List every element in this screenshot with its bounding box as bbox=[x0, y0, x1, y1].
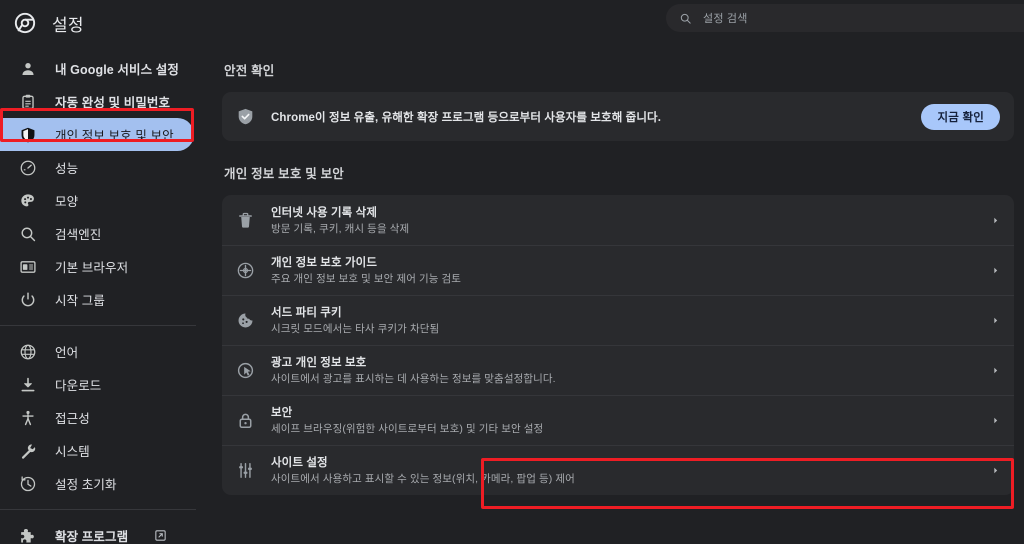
chrome-logo-icon bbox=[14, 12, 36, 34]
sidebar-item-performance[interactable]: 성능 bbox=[0, 151, 194, 184]
row-title: 개인 정보 보호 가이드 bbox=[271, 257, 378, 270]
safety-check-card: Chrome이 정보 유출, 유해한 확장 프로그램 등으로부터 사용자를 보호… bbox=[222, 92, 1014, 141]
sidebar-item-label: 설정 초기화 bbox=[55, 478, 117, 492]
sidebar-item-label: 개인 정보 보호 및 보안 bbox=[55, 129, 174, 143]
sidebar-item-label: 내 Google 서비스 설정 bbox=[55, 63, 179, 77]
sidebar-item-label: 접근성 bbox=[55, 412, 90, 426]
page-title: 설정 bbox=[52, 15, 84, 35]
sidebar-item-on-startup[interactable]: 시작 그룹 bbox=[0, 283, 194, 316]
search-placeholder: 설정 검색 bbox=[703, 13, 748, 25]
palette-icon bbox=[18, 191, 37, 210]
sidebar-item-autofill-passwords[interactable]: 자동 완성 및 비밀번호 bbox=[0, 85, 194, 118]
chevron-right-icon[interactable] bbox=[988, 415, 1000, 426]
wrench-icon bbox=[18, 441, 37, 460]
puzzle-icon bbox=[18, 526, 37, 544]
sidebar-item-languages[interactable]: 언어 bbox=[0, 335, 194, 368]
row-title: 사이트 설정 bbox=[271, 457, 328, 470]
row-subtitle: 방문 기록, 쿠키, 캐시 등을 삭제 bbox=[271, 222, 410, 235]
sidebar-item-label: 확장 프로그램 bbox=[55, 530, 129, 544]
check-now-button[interactable]: 지금 확인 bbox=[921, 103, 1000, 130]
sidebar-item-label: 다운로드 bbox=[55, 379, 102, 393]
sidebar-item-privacy-and-security[interactable]: 개인 정보 보호 및 보안 bbox=[0, 118, 194, 151]
row-subtitle: 주요 개인 정보 보호 및 보안 제어 기능 검토 bbox=[271, 273, 462, 286]
row-privacy-guide[interactable]: 개인 정보 보호 가이드 주요 개인 정보 보호 및 보안 제어 기능 검토 bbox=[222, 245, 1014, 295]
row-title: 인터넷 사용 기록 삭제 bbox=[271, 206, 378, 219]
row-subtitle: 세이프 브라우징(위험한 사이트로부터 보호) 및 기타 보안 설정 bbox=[271, 423, 544, 436]
search-icon bbox=[18, 224, 37, 243]
settings-content: 안전 확인 Chrome이 정보 유출, 유해한 확장 프로그램 등으로부터 사… bbox=[222, 44, 1014, 495]
external-link-icon[interactable] bbox=[154, 529, 167, 542]
ad-privacy-icon bbox=[236, 361, 255, 380]
row-ad-privacy[interactable]: 광고 개인 정보 보호 사이트에서 광고를 표시하는 데 사용하는 정보를 맞춤… bbox=[222, 345, 1014, 395]
sliders-icon bbox=[236, 461, 255, 480]
row-security[interactable]: 보안 세이프 브라우징(위험한 사이트로부터 보호) 및 기타 보안 설정 bbox=[222, 395, 1014, 445]
row-title: 보안 bbox=[271, 407, 293, 420]
row-subtitle: 시크릿 모드에서는 타사 쿠키가 차단됨 bbox=[271, 323, 440, 336]
sidebar-item-default-browser[interactable]: 기본 브라우저 bbox=[0, 250, 194, 283]
row-third-party-cookies[interactable]: 서드 파티 쿠키 시크릿 모드에서는 타사 쿠키가 차단됨 bbox=[222, 295, 1014, 345]
sidebar-item-accessibility[interactable]: 접근성 bbox=[0, 401, 194, 434]
row-site-settings[interactable]: 사이트 설정 사이트에서 사용하고 표시할 수 있는 정보(위치, 카메라, 팝… bbox=[222, 445, 1014, 495]
chevron-right-icon[interactable] bbox=[988, 215, 1000, 226]
download-icon bbox=[18, 375, 37, 394]
sidebar-item-extensions[interactable]: 확장 프로그램 bbox=[0, 519, 194, 544]
sidebar-item-search-engine[interactable]: 검색엔진 bbox=[0, 217, 194, 250]
sidebar-item-label: 자동 완성 및 비밀번호 bbox=[55, 96, 171, 110]
sidebar-item-label: 언어 bbox=[55, 346, 79, 360]
power-icon bbox=[18, 290, 37, 309]
row-clear-browsing-data[interactable]: 인터넷 사용 기록 삭제 방문 기록, 쿠키, 캐시 등을 삭제 bbox=[222, 195, 1014, 245]
sidebar-brand: 설정 bbox=[0, 0, 210, 46]
sidebar-item-label: 성능 bbox=[55, 162, 79, 176]
search-icon bbox=[679, 12, 692, 25]
shield-icon bbox=[18, 125, 37, 144]
clipboard-icon bbox=[18, 92, 37, 111]
history-reset-icon bbox=[18, 474, 37, 493]
accessibility-icon bbox=[18, 408, 37, 427]
row-title: 서드 파티 쿠키 bbox=[271, 307, 342, 320]
sidebar-item-reset-settings[interactable]: 설정 초기화 bbox=[0, 467, 194, 500]
row-subtitle: 사이트에서 사용하고 표시할 수 있는 정보(위치, 카메라, 팝업 등) 제어 bbox=[271, 473, 575, 486]
browser-window-icon bbox=[18, 257, 37, 276]
chevron-right-icon[interactable] bbox=[988, 315, 1000, 326]
globe-icon bbox=[18, 342, 37, 361]
sidebar-item-appearance[interactable]: 모양 bbox=[0, 184, 194, 217]
sidebar-item-label: 시스템 bbox=[55, 445, 90, 459]
sidebar-item-label: 모양 bbox=[55, 195, 79, 209]
sidebar-item-label: 기본 브라우저 bbox=[55, 261, 129, 275]
person-icon bbox=[18, 59, 37, 78]
speedometer-icon bbox=[18, 158, 37, 177]
settings-sidebar: 설정 내 Google 서비스 설정 자동 완성 및 비밀번호 개인 정보 보호… bbox=[0, 0, 210, 544]
settings-main-panel: 설정 검색 안전 확인 Chrome이 정보 유출, 유해한 확장 프로그램 등… bbox=[210, 0, 1024, 544]
lock-icon bbox=[236, 411, 255, 430]
trash-icon bbox=[236, 211, 255, 230]
privacy-settings-card: 인터넷 사용 기록 삭제 방문 기록, 쿠키, 캐시 등을 삭제 개인 정보 보… bbox=[222, 195, 1014, 495]
row-subtitle: 사이트에서 광고를 표시하는 데 사용하는 정보를 맞춤설정합니다. bbox=[271, 373, 556, 386]
sidebar-item-system[interactable]: 시스템 bbox=[0, 434, 194, 467]
chevron-right-icon[interactable] bbox=[988, 265, 1000, 276]
sidebar-item-label: 시작 그룹 bbox=[55, 294, 105, 308]
sidebar-divider bbox=[0, 509, 196, 510]
search-input[interactable]: 설정 검색 bbox=[666, 4, 1024, 32]
sidebar-divider bbox=[0, 325, 196, 326]
privacy-section-title: 개인 정보 보호 및 보안 bbox=[224, 167, 344, 181]
chevron-right-icon[interactable] bbox=[988, 365, 1000, 376]
privacy-guide-icon bbox=[236, 261, 255, 280]
safety-check-message: Chrome이 정보 유출, 유해한 확장 프로그램 등으로부터 사용자를 보호… bbox=[271, 111, 662, 124]
chrome-settings-window: 설정 내 Google 서비스 설정 자동 완성 및 비밀번호 개인 정보 보호… bbox=[0, 0, 1024, 544]
safety-check-section-title: 안전 확인 bbox=[224, 64, 275, 78]
sidebar-nav: 내 Google 서비스 설정 자동 완성 및 비밀번호 개인 정보 보호 및 … bbox=[0, 46, 210, 544]
safety-check-row: Chrome이 정보 유출, 유해한 확장 프로그램 등으로부터 사용자를 보호… bbox=[222, 92, 1014, 141]
chevron-right-icon[interactable] bbox=[988, 465, 1000, 476]
sidebar-item-downloads[interactable]: 다운로드 bbox=[0, 368, 194, 401]
shield-check-icon bbox=[236, 107, 255, 126]
cookie-icon bbox=[236, 311, 255, 330]
row-title: 광고 개인 정보 보호 bbox=[271, 357, 367, 370]
sidebar-item-label: 검색엔진 bbox=[55, 228, 102, 242]
sidebar-item-google-services[interactable]: 내 Google 서비스 설정 bbox=[0, 52, 194, 85]
